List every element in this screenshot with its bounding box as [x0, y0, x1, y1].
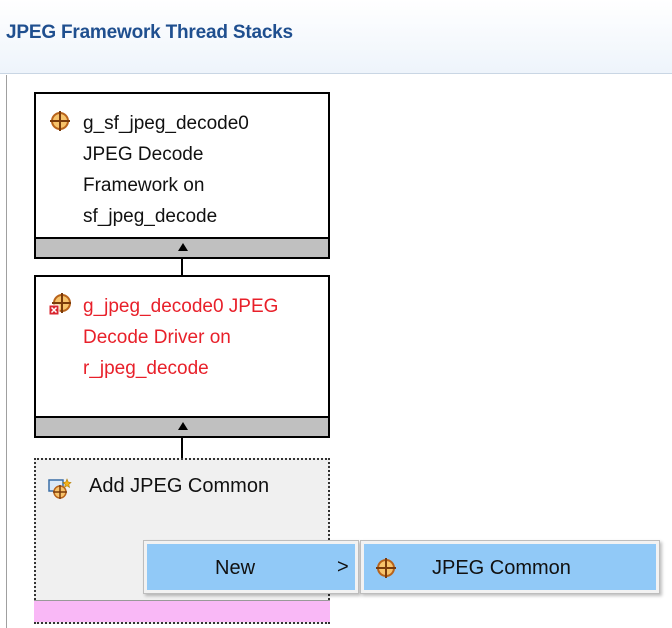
module-block-r-jpeg-decode[interactable]: g_jpeg_decode0 JPEG Decode Driver on r_j… [34, 275, 330, 438]
submenu-item-label: JPEG Common [432, 557, 571, 579]
stack-connector [181, 258, 183, 276]
collapse-bar[interactable] [36, 237, 328, 257]
menu-item-jpeg-common[interactable]: JPEG Common [364, 544, 656, 590]
submenu: JPEG Common [360, 540, 660, 594]
view-header: JPEG Framework Thread Stacks [0, 0, 672, 74]
context-menu: New > [143, 540, 359, 594]
menu-item-new[interactable]: New > [147, 544, 355, 590]
arrow-up-icon [178, 422, 188, 430]
view-title: JPEG Framework Thread Stacks [6, 22, 293, 43]
add-module-label: Add JPEG Common [89, 475, 270, 497]
chevron-right-icon: > [337, 556, 349, 578]
menu-item-label: New [215, 557, 256, 579]
module-crosshair-icon [376, 558, 396, 578]
add-module-bar [34, 600, 330, 622]
stack-connector [181, 437, 183, 459]
arrow-up-icon [178, 243, 188, 251]
module-label-error: g_jpeg_decode0 JPEG Decode Driver on r_j… [83, 296, 279, 379]
module-crosshair-icon [50, 111, 70, 131]
collapse-bar[interactable] [36, 416, 328, 436]
module-block-sf-jpeg-decode[interactable]: g_sf_jpeg_decode0 JPEG Decode Framework … [34, 92, 330, 259]
canvas-left-border [6, 75, 7, 628]
add-module-icon [48, 478, 72, 499]
module-label: g_sf_jpeg_decode0 JPEG Decode Framework … [83, 113, 249, 227]
module-crosshair-error-icon [49, 293, 71, 315]
